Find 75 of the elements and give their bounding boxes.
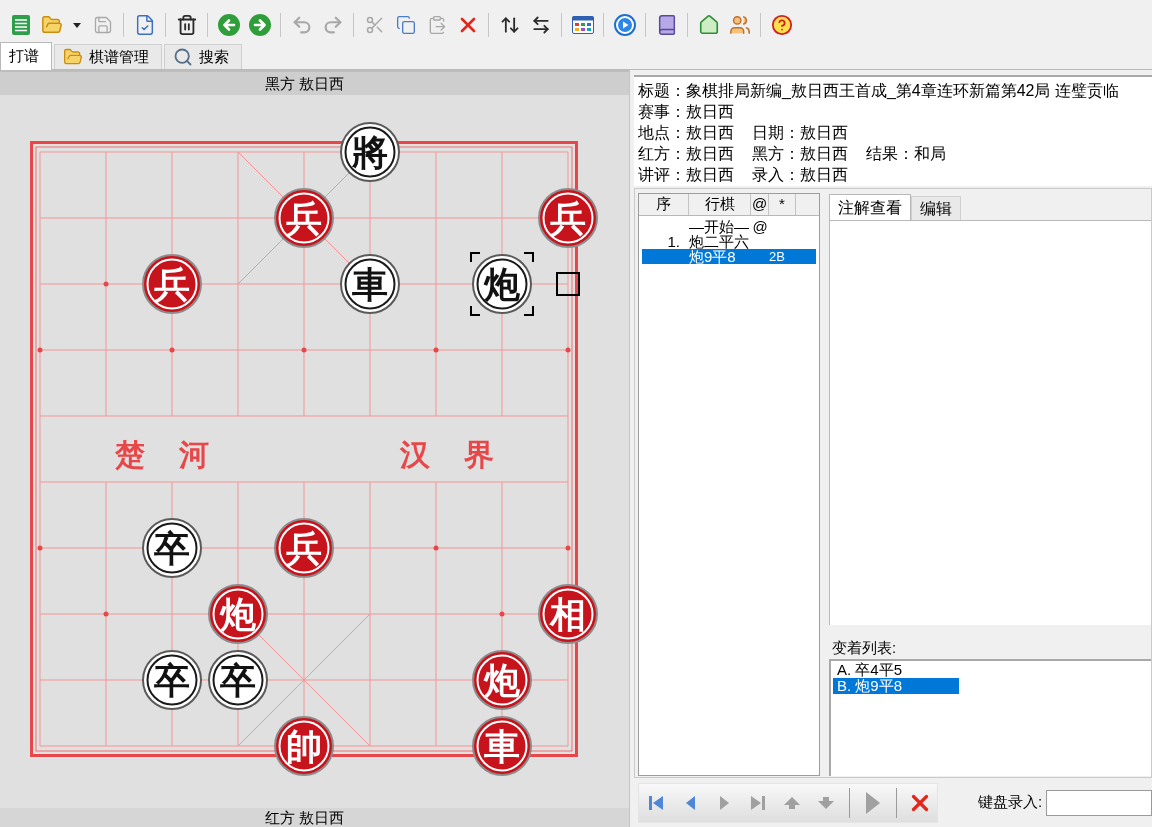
chess-piece[interactable]: 車 bbox=[340, 254, 400, 314]
up-down-arrows-icon bbox=[499, 15, 520, 35]
scissors-icon bbox=[364, 15, 385, 35]
tab[interactable]: 打谱 bbox=[0, 42, 52, 70]
variation-item[interactable]: A. 卒4平5 bbox=[833, 662, 959, 678]
chess-piece[interactable]: 將 bbox=[340, 122, 400, 182]
keyboard-entry-field[interactable] bbox=[1046, 789, 1152, 816]
chess-piece[interactable]: 帥 bbox=[274, 716, 334, 776]
skip-back-icon bbox=[649, 794, 663, 811]
info-field: 讲评：敖日西 bbox=[638, 164, 734, 185]
house-icon bbox=[697, 14, 720, 36]
move-number: 1. bbox=[667, 234, 680, 249]
info-field: 日期：敖日西 bbox=[752, 122, 848, 143]
save-icon bbox=[92, 15, 113, 35]
play-icon bbox=[613, 14, 636, 36]
player-label: 红方 敖日西 bbox=[264, 808, 345, 827]
chess-piece[interactable]: 炮 bbox=[472, 650, 532, 710]
info-field: 黑方：敖日西 bbox=[752, 143, 848, 164]
copy-icon bbox=[395, 15, 416, 35]
move-text: 炮二平六 bbox=[689, 234, 749, 249]
arrow-right-circle-icon bbox=[248, 14, 271, 36]
folder-icon bbox=[63, 47, 83, 67]
column-header[interactable]: * bbox=[769, 194, 796, 215]
caret-icon bbox=[73, 22, 81, 28]
info-field: 地点：敖日西 bbox=[638, 122, 734, 143]
tab[interactable]: 注解查看 bbox=[829, 194, 911, 221]
tab[interactable]: 搜索 bbox=[164, 44, 242, 69]
arrow-left-circle-icon bbox=[217, 14, 240, 36]
move-row[interactable]: 1. 炮二平六 bbox=[642, 234, 816, 249]
variation-item[interactable]: B. 炮9平8 bbox=[833, 678, 959, 694]
keyboard-entry-label: 键盘录入: bbox=[978, 792, 1043, 813]
move-text: 炮9平8 bbox=[689, 249, 736, 264]
arrow-up-icon bbox=[784, 796, 800, 809]
play-triangle-icon bbox=[865, 791, 880, 814]
chess-piece[interactable]: 兵 bbox=[538, 188, 598, 248]
info-field: 红方：敖日西 bbox=[638, 143, 734, 164]
move-text: —开始— bbox=[689, 219, 749, 234]
search-icon bbox=[173, 47, 193, 67]
help-icon bbox=[770, 14, 793, 36]
column-header[interactable]: 序 bbox=[639, 194, 689, 215]
river-label: 楚 河 bbox=[114, 437, 210, 473]
chess-piece[interactable]: 兵 bbox=[274, 188, 334, 248]
chess-piece[interactable]: 相 bbox=[538, 584, 598, 644]
chess-piece[interactable]: 炮 bbox=[208, 584, 268, 644]
info-field: 录入：敖日西 bbox=[752, 164, 848, 185]
chess-piece[interactable]: 卒 bbox=[208, 650, 268, 710]
player-label: 黑方 敖日西 bbox=[264, 73, 345, 94]
column-header[interactable]: 行棋 bbox=[689, 194, 751, 215]
folder-icon bbox=[40, 14, 63, 36]
info-field: 结果：和局 bbox=[866, 143, 946, 164]
move-row[interactable]: —开始— @ bbox=[642, 219, 816, 234]
triangle-left-icon bbox=[685, 795, 695, 810]
move-mark: @ bbox=[752, 219, 768, 234]
tab[interactable]: 棋谱管理 bbox=[54, 44, 162, 69]
chess-piece[interactable]: 兵 bbox=[274, 518, 334, 578]
info-field: 标题：象棋排局新编_敖日西王首成_第4章连环新篇第42局 连璧贡临 bbox=[638, 80, 1119, 101]
triangle-right-icon bbox=[719, 795, 729, 810]
chess-piece[interactable]: 炮 bbox=[472, 254, 532, 314]
variations-label: 变着列表: bbox=[832, 639, 897, 657]
trash-icon bbox=[175, 14, 198, 36]
grid-icon bbox=[571, 16, 594, 34]
list-icon bbox=[11, 15, 30, 35]
people-icon bbox=[728, 14, 751, 36]
chess-piece[interactable]: 卒 bbox=[142, 650, 202, 710]
move-note: 2B bbox=[769, 249, 785, 264]
chess-piece[interactable]: 車 bbox=[472, 716, 532, 776]
tab[interactable]: 编辑 bbox=[911, 196, 961, 220]
chess-piece[interactable]: 卒 bbox=[142, 518, 202, 578]
river-label: 汉 界 bbox=[399, 437, 495, 473]
info-field: 赛事：敖日西 bbox=[638, 101, 734, 122]
skip-forward-icon bbox=[751, 794, 765, 811]
arrow-down-icon bbox=[818, 796, 834, 809]
chess-piece[interactable]: 兵 bbox=[142, 254, 202, 314]
move-row[interactable]: 炮9平8 2B bbox=[642, 249, 816, 264]
column-header[interactable]: @ bbox=[751, 194, 769, 215]
